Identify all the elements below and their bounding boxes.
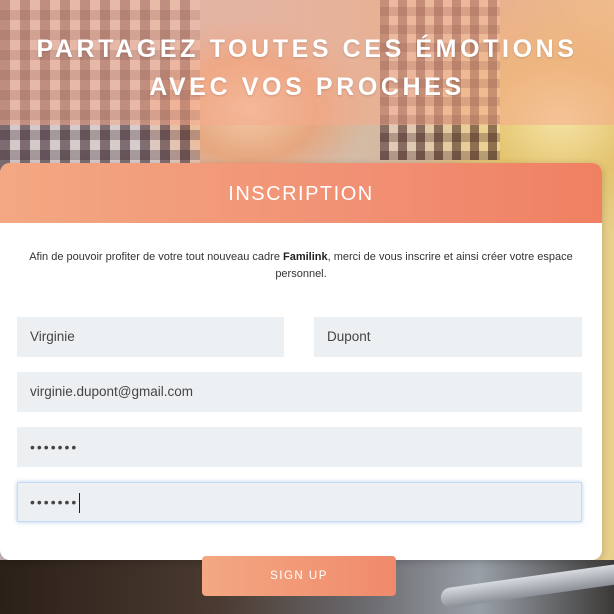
email-value: virginie.dupont@gmail.com [30, 384, 194, 399]
hero-title-line-1: PARTAGEZ TOUTES CES ÉMOTIONS [36, 35, 578, 63]
intro-text: Afin de pouvoir profiter de votre tout n… [28, 249, 574, 283]
text-cursor [79, 493, 81, 514]
password-confirm-value: ••••••• [30, 494, 79, 510]
sign-up-button[interactable]: SIGN UP [202, 556, 396, 596]
first-name-field[interactable]: Virginie [17, 317, 284, 357]
password-confirm-field[interactable]: ••••••• [17, 482, 582, 522]
hero-title: PARTAGEZ TOUTES CES ÉMOTIONS AVEC VOS PR… [0, 30, 614, 106]
brand-name: Familink [283, 251, 328, 263]
signup-card: INSCRIPTION Afin de pouvoir profiter de … [0, 163, 602, 560]
first-name-value: Virginie [30, 329, 75, 344]
last-name-value: Dupont [327, 329, 371, 344]
hero-title-line-2: AVEC VOS PROCHES [149, 73, 465, 101]
card-title: INSCRIPTION [0, 163, 602, 223]
password-value: ••••••• [30, 439, 79, 455]
email-field[interactable]: virginie.dupont@gmail.com [17, 372, 582, 412]
last-name-field[interactable]: Dupont [314, 317, 582, 357]
intro-text-start: Afin de pouvoir profiter de votre tout n… [29, 251, 283, 263]
password-field[interactable]: ••••••• [17, 427, 582, 467]
